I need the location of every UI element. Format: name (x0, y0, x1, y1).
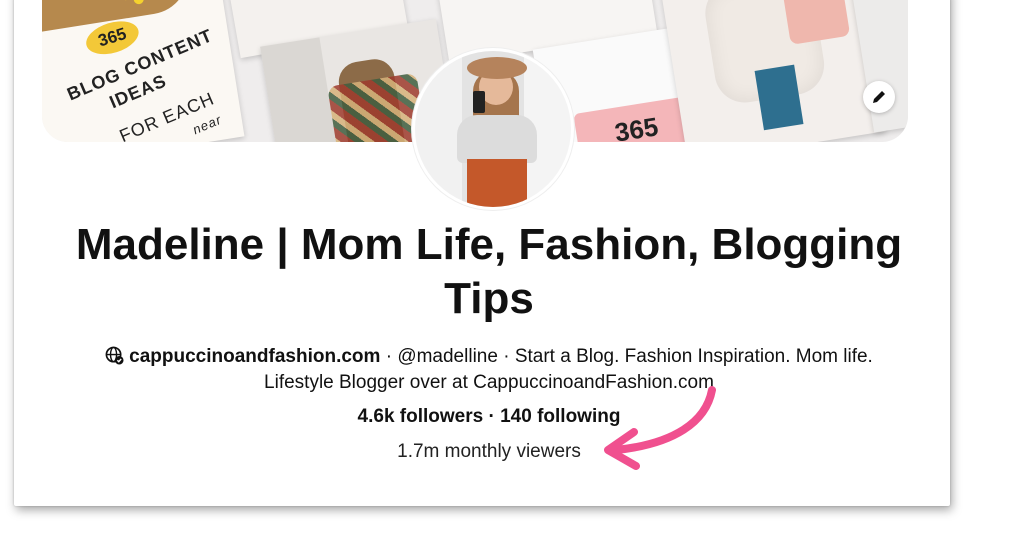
monthly-viewers: 1.7m monthly viewers (397, 441, 581, 462)
avatar[interactable] (412, 48, 574, 210)
cover-tile-blog-ideas: 365 BLOG CONTENT IDEAS FOR EACH near (42, 0, 245, 142)
username: @madelline (397, 346, 498, 367)
profile-bio: cappuccinoandfashion.com · @madelline · … (14, 344, 950, 396)
bio-line-2: Lifestyle Blogger over at CappuccinoandF… (264, 372, 714, 393)
follow-stats: 4.6k followers · 140 following (14, 406, 950, 428)
pencil-icon (873, 91, 885, 103)
profile-name: Madeline | Mom Life, Fashion, Blogging T… (14, 218, 950, 326)
separator: · (497, 346, 515, 367)
separator: · (483, 406, 501, 427)
followers-count[interactable]: 4.6k followers (358, 406, 484, 427)
cover-tile-sweater (658, 0, 886, 142)
profile-name-line-2: Tips (444, 274, 534, 323)
edit-cover-button[interactable] (863, 81, 895, 113)
website-link[interactable]: cappuccinoandfashion.com (129, 346, 380, 367)
pink-arrow (604, 386, 716, 470)
separator: · (380, 346, 398, 367)
bio-line-1: Start a Blog. Fashion Inspiration. Mom l… (514, 346, 873, 367)
profile-card: 365 BLOG CONTENT IDEAS FOR EACH near 365 (14, 0, 950, 506)
profile-name-line-1: Madeline | Mom Life, Fashion, Blogging (75, 220, 903, 269)
globe-check-icon (105, 346, 124, 365)
